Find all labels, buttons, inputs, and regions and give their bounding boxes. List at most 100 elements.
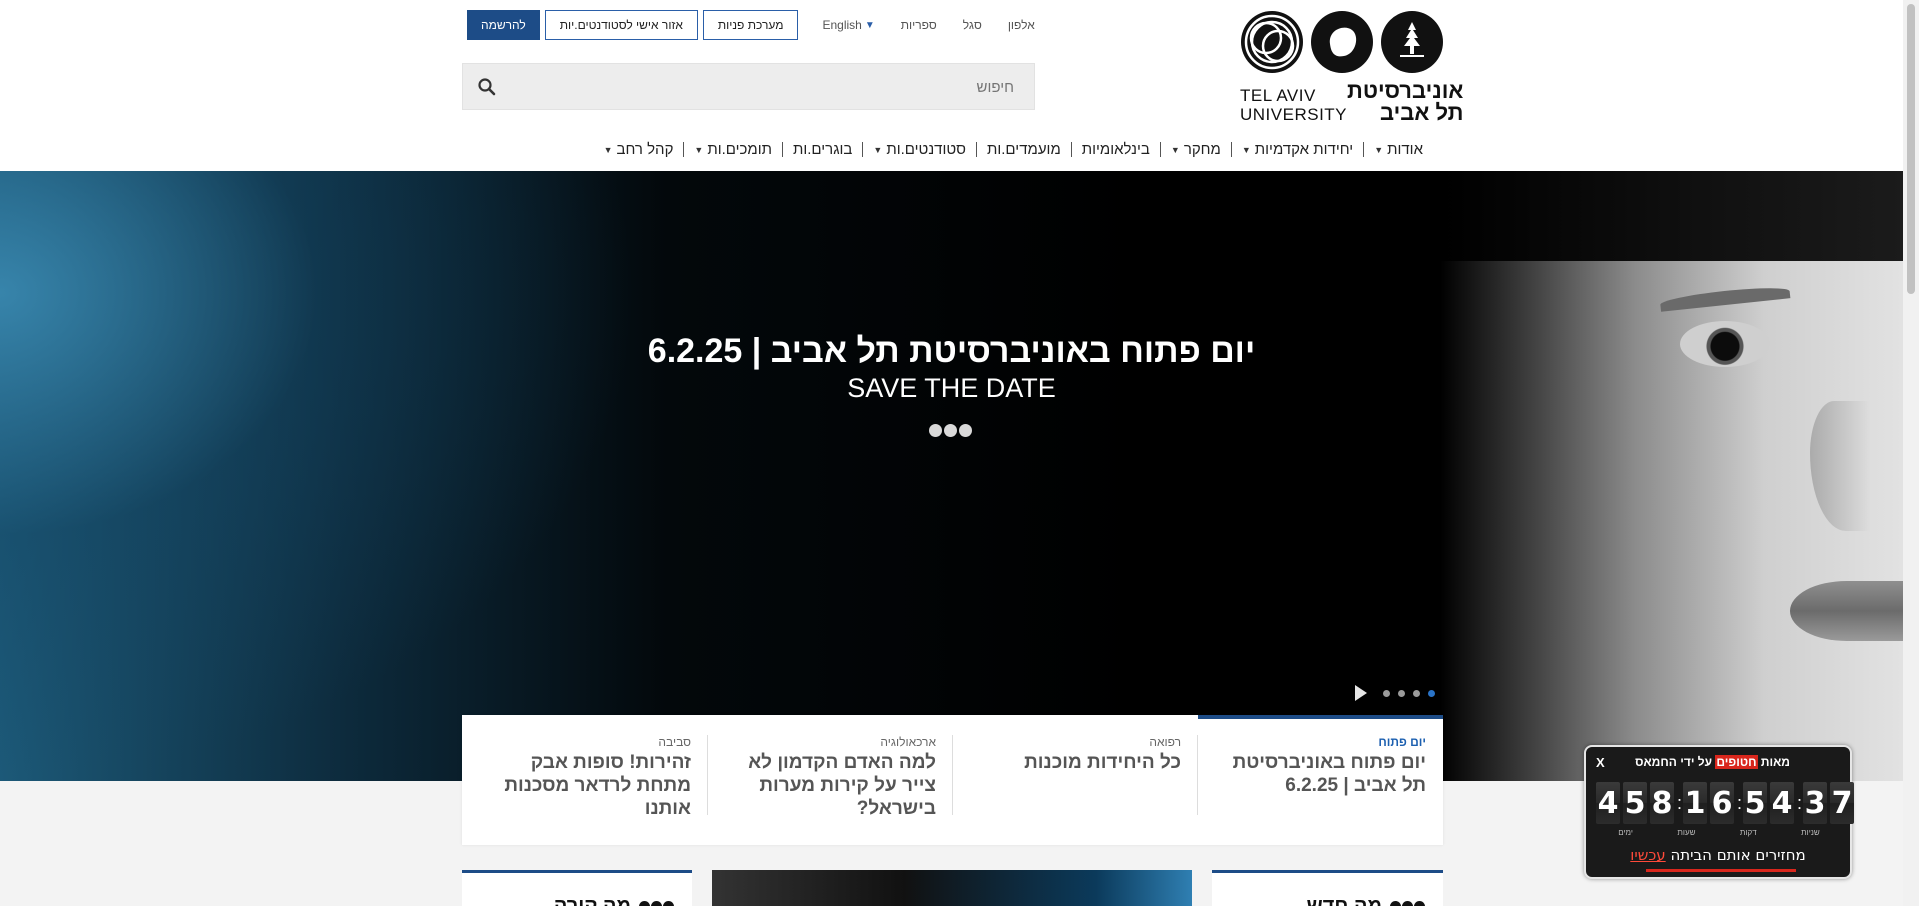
caret-down-icon: ▼ bbox=[873, 144, 883, 155]
nav-research[interactable]: מחקר ▼ bbox=[1161, 141, 1231, 158]
title-dots-icon bbox=[639, 901, 674, 906]
logo-circle-blob-icon bbox=[1311, 11, 1373, 73]
page-scrollbar[interactable] bbox=[1903, 0, 1919, 906]
nav-international-label: בינלאומיות bbox=[1081, 141, 1150, 158]
countdown-labels: ימים שעות דקות שניות bbox=[1596, 828, 1842, 837]
slider-dot-4[interactable] bbox=[1383, 689, 1390, 697]
countdown-head-post: על ידי החמאס bbox=[1635, 755, 1716, 769]
title-dots-icon bbox=[1390, 901, 1425, 906]
hero-banner[interactable] bbox=[0, 171, 1903, 781]
label-minutes: דקות bbox=[1739, 828, 1757, 837]
play-icon[interactable] bbox=[1355, 685, 1367, 701]
seconds-digit: 7 bbox=[1830, 782, 1854, 824]
countdown-footer: מחזירים אותם הביתה עכשיו bbox=[1586, 846, 1850, 864]
nav-international[interactable]: בינלאומיות bbox=[1072, 141, 1160, 158]
nav-separator bbox=[862, 142, 864, 157]
countdown-head-pre: מאות bbox=[1757, 755, 1790, 769]
minutes-digit: 5 bbox=[1743, 782, 1767, 824]
hero-title: יום פתוח באוניברסיטת תל אביב | 6.2.25 bbox=[647, 332, 1256, 370]
countdown-headline: מאות חטופים על ידי החמאס bbox=[1635, 755, 1790, 769]
logo-he-line1: אוניברסיטת bbox=[1347, 78, 1464, 103]
toplink-libraries[interactable]: ספריות bbox=[901, 18, 937, 32]
chevron-down-icon: ▼ bbox=[864, 19, 875, 31]
hero-subtitle: SAVE THE DATE bbox=[847, 373, 1056, 403]
tau-logo[interactable]: TEL AVIV UNIVERSITY אוניברסיטת תל אביב bbox=[1240, 10, 1463, 125]
slider-dot-1[interactable] bbox=[1428, 689, 1435, 697]
events-card: מה קורה bbox=[462, 870, 692, 906]
logo-he-line2: תל אביב bbox=[1379, 100, 1464, 125]
slider-dot-2[interactable] bbox=[1413, 689, 1420, 697]
caret-down-icon: ▼ bbox=[603, 144, 613, 155]
days-digit: 4 bbox=[1596, 782, 1620, 824]
slider-tab-archaeology[interactable]: ארכאולוגיה למה האדם הקדמון לא צייר על קי… bbox=[708, 715, 953, 845]
slider-tab-open-day[interactable]: יום פתוח יום פתוח באוניברסיטת תל אביב | … bbox=[1198, 715, 1443, 845]
nav-general-public[interactable]: קהל רחב ▼ bbox=[594, 141, 684, 158]
featured-image-card[interactable] bbox=[712, 870, 1192, 906]
main-nav: אודות ▼ יחידות אקדמיות ▼ מחקר ▼ בינלאומיות … bbox=[594, 141, 1433, 158]
slider-controls bbox=[1355, 685, 1435, 701]
logo-english-text: TEL AVIV UNIVERSITY bbox=[1240, 86, 1347, 124]
hours-digit: 1 bbox=[1683, 782, 1707, 824]
search-icon[interactable] bbox=[477, 77, 497, 97]
register-button[interactable]: להרשמה bbox=[467, 10, 540, 40]
countdown-foot-now[interactable]: עכשיו bbox=[1630, 846, 1665, 864]
inquiries-button[interactable]: מערכת פניות bbox=[702, 10, 799, 40]
countdown-digits: 4 5 8 : 1 6 : 5 4 : 3 7 bbox=[1596, 782, 1854, 824]
slider-tab-environment[interactable]: סביבה זהירות! סופות אבק מתחת לרדאר מסכנו… bbox=[463, 715, 708, 845]
nav-alumni-label: בוגרים.ות bbox=[792, 141, 853, 158]
toplink-staff[interactable]: סגל bbox=[963, 18, 982, 32]
label-hours: שעות bbox=[1677, 828, 1696, 837]
nav-alumni[interactable]: בוגרים.ות bbox=[783, 141, 862, 158]
students-area-button[interactable]: אזור אישי לסטודנטים.יות bbox=[544, 10, 698, 40]
slider-tab-medicine[interactable]: רפואה כל היחידות מוכנות bbox=[953, 715, 1198, 845]
news-section-title: מה חדש bbox=[1307, 895, 1425, 906]
tab-title: כל היחידות מוכנות bbox=[1024, 752, 1181, 773]
nav-supporters-label: תומכים.ות bbox=[707, 141, 772, 158]
nav-students[interactable]: סטודנטים.ות ▼ bbox=[863, 141, 976, 158]
nav-separator bbox=[1230, 142, 1232, 157]
slider-dot-3[interactable] bbox=[1398, 689, 1405, 697]
minutes-digit: 4 bbox=[1770, 782, 1794, 824]
toplink-phonebook[interactable]: אלפון bbox=[1008, 18, 1035, 32]
close-icon[interactable]: X bbox=[1596, 755, 1605, 770]
nav-separator bbox=[1159, 142, 1161, 157]
nav-general-public-label: קהל רחב bbox=[616, 141, 674, 158]
logo-circles bbox=[1240, 10, 1445, 74]
countdown-underline bbox=[1646, 869, 1796, 872]
nav-separator bbox=[1363, 142, 1365, 157]
hero-dots-ornament bbox=[929, 424, 972, 437]
news-title-text: מה חדש bbox=[1306, 895, 1382, 906]
caret-down-icon: ▼ bbox=[1241, 144, 1251, 155]
nav-about[interactable]: אודות ▼ bbox=[1364, 141, 1433, 158]
hostages-countdown-widget[interactable]: X מאות חטופים על ידי החמאס 4 5 8 : 1 6 :… bbox=[1584, 745, 1854, 879]
caret-down-icon: ▼ bbox=[1374, 144, 1384, 155]
nav-academic-units[interactable]: יחידות אקדמיות ▼ bbox=[1232, 141, 1363, 158]
language-label: English bbox=[822, 18, 862, 32]
logo-circle-rings-icon bbox=[1241, 11, 1303, 73]
news-card: מה חדש bbox=[1212, 870, 1443, 906]
days-digit: 8 bbox=[1650, 782, 1674, 824]
tab-title: יום פתוח באוניברסיטת תל אביב | 6.2.25 bbox=[1232, 752, 1426, 796]
nav-supporters[interactable]: תומכים.ות ▼ bbox=[684, 141, 782, 158]
caret-down-icon: ▼ bbox=[694, 144, 704, 155]
hero-lips bbox=[1790, 581, 1903, 641]
tab-category: ארכאולוגיה bbox=[880, 735, 936, 749]
nav-separator bbox=[976, 142, 977, 157]
top-links-bar: אלפון סגל ספריות English ▼ מערכת פניות א… bbox=[462, 10, 1035, 40]
hours-digit: 6 bbox=[1710, 782, 1734, 824]
nav-about-label: אודות bbox=[1387, 141, 1423, 158]
scrollbar-thumb[interactable] bbox=[1907, 4, 1915, 294]
seconds-digit: 3 bbox=[1803, 782, 1827, 824]
tab-category: יום פתוח bbox=[1378, 735, 1426, 749]
language-select[interactable]: English ▼ bbox=[822, 18, 874, 32]
nav-candidates[interactable]: מועמדים.ות bbox=[977, 141, 1071, 158]
search-box bbox=[462, 63, 1035, 110]
colon-separator: : bbox=[1677, 792, 1683, 813]
logo-en-line1: TEL AVIV bbox=[1240, 86, 1316, 105]
hero-hair-shade bbox=[1440, 171, 1903, 261]
site-header: TEL AVIV UNIVERSITY אוניברסיטת תל אביב א… bbox=[0, 0, 1903, 171]
caret-down-icon: ▼ bbox=[1170, 144, 1180, 155]
search-input[interactable] bbox=[534, 76, 1014, 98]
logo-en-line2: UNIVERSITY bbox=[1240, 105, 1348, 124]
logo-hebrew-text: אוניברסיטת תל אביב bbox=[1347, 80, 1463, 124]
